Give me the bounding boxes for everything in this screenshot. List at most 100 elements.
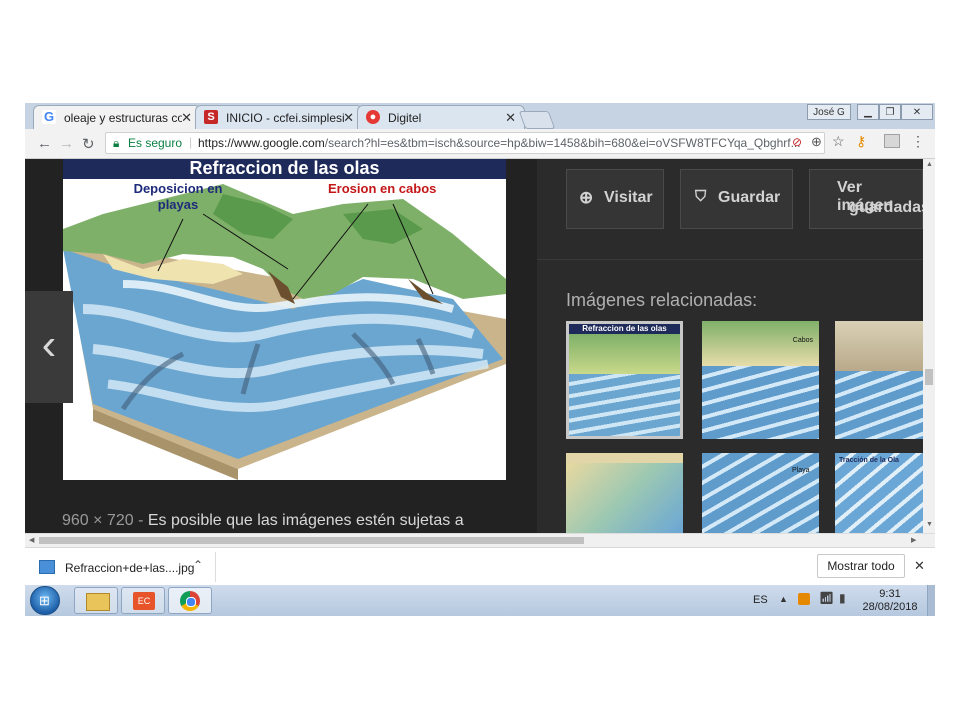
minimize-button[interactable]: ▁: [857, 104, 879, 120]
scroll-up-icon[interactable]: ▲: [926, 161, 933, 168]
visit-label: Visitar: [604, 189, 653, 206]
chrome-center: [186, 597, 196, 607]
related-thumb[interactable]: Playa: [702, 453, 819, 533]
address-bar[interactable]: 🔒︎ Es seguro | https://www.google.com/se…: [105, 132, 825, 154]
tray-app-icon[interactable]: [798, 593, 810, 605]
vertical-scrollbar[interactable]: ▲ ▼: [923, 159, 935, 533]
folder-icon: [86, 593, 110, 611]
system-clock[interactable]: 9:31 28/08/2018: [855, 588, 925, 614]
download-filename[interactable]: Refraccion+de+las....jpg: [65, 561, 194, 575]
url-path: /search?hl=es&tbm=isch&source=hp&biw=145…: [324, 136, 801, 150]
divider: [537, 259, 923, 260]
main-image[interactable]: Refraccion de las olas Deposicion en pla…: [63, 159, 506, 480]
thumb-caption: Refraccion de las olas: [569, 324, 680, 334]
tab-title: INICIO - ccfei.simplesite.c: [226, 111, 344, 125]
clock-date: 28/08/2018: [862, 601, 918, 613]
network-icon[interactable]: 📶︎: [819, 591, 834, 605]
thumb-caption: Tracción de la Ola: [839, 457, 899, 464]
windows-logo-icon: ⊞: [39, 593, 50, 608]
wave-refraction-illustration: [63, 184, 506, 480]
app-button[interactable]: EC: [121, 587, 165, 614]
horizontal-scrollbar[interactable]: ◀ ▶: [25, 533, 935, 547]
menu-icon[interactable]: ⋮: [911, 133, 925, 150]
scroll-down-icon[interactable]: ▼: [926, 521, 933, 528]
language-indicator[interactable]: ES: [753, 594, 768, 606]
scroll-right-icon[interactable]: ▶: [911, 536, 916, 544]
chevron-left-icon: ‹: [41, 320, 57, 369]
new-tab-button[interactable]: [518, 111, 556, 129]
tab-title: oleaje y estructuras coste: [64, 111, 182, 125]
deposition-label: Deposicion en playas: [133, 181, 223, 212]
tab-google[interactable]: G oleaje y estructuras coste ✕: [33, 105, 201, 129]
image-dimensions: 960 × 720: [62, 512, 134, 529]
related-thumb[interactable]: Refraccion de las olas: [566, 321, 683, 439]
visit-button[interactable]: ⊕ Visitar: [566, 169, 664, 229]
chrome-button[interactable]: [168, 587, 212, 614]
image-side-panel: ⊕ Visitar ⛉ Guardar Ver imágen guardadas…: [537, 159, 930, 533]
file-explorer-button[interactable]: [74, 587, 118, 614]
scroll-thumb[interactable]: [925, 369, 933, 385]
google-icon: G: [42, 109, 56, 124]
forward-icon[interactable]: →: [59, 135, 74, 152]
view-saved-label-2: guardadas: [849, 199, 930, 216]
tab-digitel[interactable]: ● Digitel ✕: [357, 105, 525, 129]
extension-icon[interactable]: [884, 134, 900, 148]
back-icon[interactable]: ←: [37, 135, 52, 152]
related-thumb[interactable]: Tracción de la Ola: [835, 453, 923, 533]
thumb-caption: Cabos: [792, 337, 813, 344]
browser-toolbar: ← → ↻ 🔒︎ Es seguro | https://www.google.…: [25, 129, 935, 159]
simplesite-icon: S: [204, 110, 218, 124]
close-icon[interactable]: ✕: [505, 110, 516, 126]
figure-title: Refraccion de las olas: [63, 159, 506, 179]
image-viewer: Refraccion de las olas Deposicion en pla…: [25, 159, 935, 533]
bookmark-icon: ⛉: [695, 188, 707, 205]
profile-button[interactable]: José G: [807, 104, 851, 120]
start-button[interactable]: ⊞: [30, 586, 60, 615]
image-info: 960 × 720 - Es posible que las imágenes …: [62, 512, 464, 530]
related-thumb[interactable]: [835, 321, 923, 439]
close-icon[interactable]: ✕: [181, 110, 192, 126]
clock-time: 9:31: [879, 588, 901, 600]
maximize-button[interactable]: ❐: [879, 104, 901, 120]
close-icon[interactable]: ✕: [914, 558, 925, 574]
divider: [215, 552, 216, 582]
blocked-icon[interactable]: ⊘: [792, 135, 802, 149]
scroll-left-icon[interactable]: ◀: [29, 536, 34, 544]
url-text: https://www.google.com/search?hl=es&tbm=…: [198, 136, 801, 150]
related-thumb[interactable]: Cabos: [702, 321, 819, 439]
tab-title: Digitel: [388, 111, 422, 125]
save-label: Guardar: [718, 189, 781, 206]
image-file-icon: [39, 560, 55, 574]
app-icon: EC: [133, 592, 155, 610]
globe-icon: ⊕: [579, 188, 594, 207]
url-host: https://www.google.com: [198, 136, 325, 150]
previous-image-button[interactable]: ‹: [25, 291, 73, 403]
browser-window: G oleaje y estructuras coste ✕ S INICIO …: [25, 103, 935, 616]
chevron-up-icon[interactable]: ⌃: [193, 558, 203, 572]
info-separator: -: [138, 512, 144, 529]
thumb-caption: Playa: [792, 467, 810, 474]
key-icon[interactable]: ⚷: [856, 133, 866, 150]
bookmark-star-icon[interactable]: ☆: [832, 133, 845, 150]
tab-simplesite[interactable]: S INICIO - ccfei.simplesite.c ✕: [195, 105, 363, 129]
copyright-note: Es posible que las imágenes estén sujeta…: [147, 512, 464, 529]
lock-icon: 🔒︎: [113, 136, 120, 150]
erosion-label: Erosion en cabos: [328, 181, 437, 196]
divider: |: [189, 135, 193, 149]
battery-icon[interactable]: ▮: [839, 591, 846, 605]
related-thumb[interactable]: [566, 453, 683, 533]
save-button[interactable]: ⛉ Guardar: [680, 169, 793, 229]
windows-taskbar: ⊞ EC ES ▲ 📶︎ ▮ 9:31 28/08/2018: [25, 585, 935, 616]
view-saved-button[interactable]: Ver imágen guardadas: [809, 169, 930, 229]
close-icon[interactable]: ✕: [343, 110, 354, 126]
show-desktop-button[interactable]: [927, 585, 935, 616]
window-close-button[interactable]: ✕: [901, 104, 933, 120]
show-all-button[interactable]: Mostrar todo: [817, 554, 905, 578]
tab-strip: G oleaje y estructuras coste ✕ S INICIO …: [25, 103, 935, 129]
digitel-icon: ●: [366, 110, 380, 124]
tray-expand-icon[interactable]: ▲: [779, 594, 788, 604]
reload-icon[interactable]: ↻: [82, 135, 95, 153]
related-images-title: Imágenes relacionadas:: [566, 290, 758, 310]
scroll-thumb[interactable]: [39, 537, 584, 544]
zoom-icon[interactable]: ⊕: [811, 134, 822, 150]
